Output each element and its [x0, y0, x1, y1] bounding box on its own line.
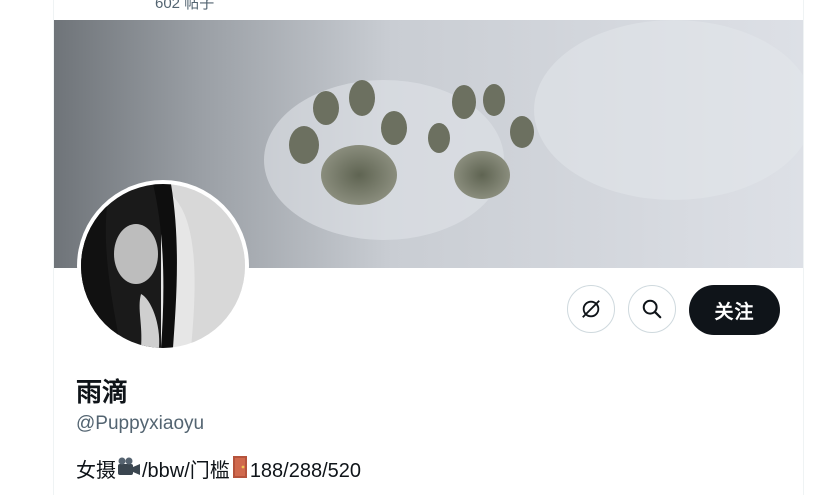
video-camera-icon [116, 456, 142, 485]
post-count: 602 帖子 [155, 0, 215, 12]
display-name: 雨滴 [76, 377, 129, 407]
follow-button[interactable]: 关注 [689, 285, 780, 335]
search-icon [642, 299, 662, 319]
avatar[interactable] [77, 180, 249, 352]
bio-text-1: 女摄 [76, 459, 116, 482]
grok-button[interactable] [567, 285, 615, 333]
bio-text-3: 188/288/520 [249, 459, 362, 482]
avatar-image [81, 184, 245, 348]
search-button[interactable] [628, 285, 676, 333]
user-handle: @Puppyxiaoyu [76, 413, 205, 434]
bio-text-2: /bbw/门槛 [142, 459, 230, 482]
profile-column: 602 帖子 关注 雨滴 @Puppyxiaoyu 女摄 /bbw/门槛 188… [53, 0, 804, 495]
grok-icon [582, 300, 600, 318]
profile-bio: 女摄 /bbw/门槛 188/288/520 [76, 455, 361, 486]
door-icon [230, 455, 250, 486]
